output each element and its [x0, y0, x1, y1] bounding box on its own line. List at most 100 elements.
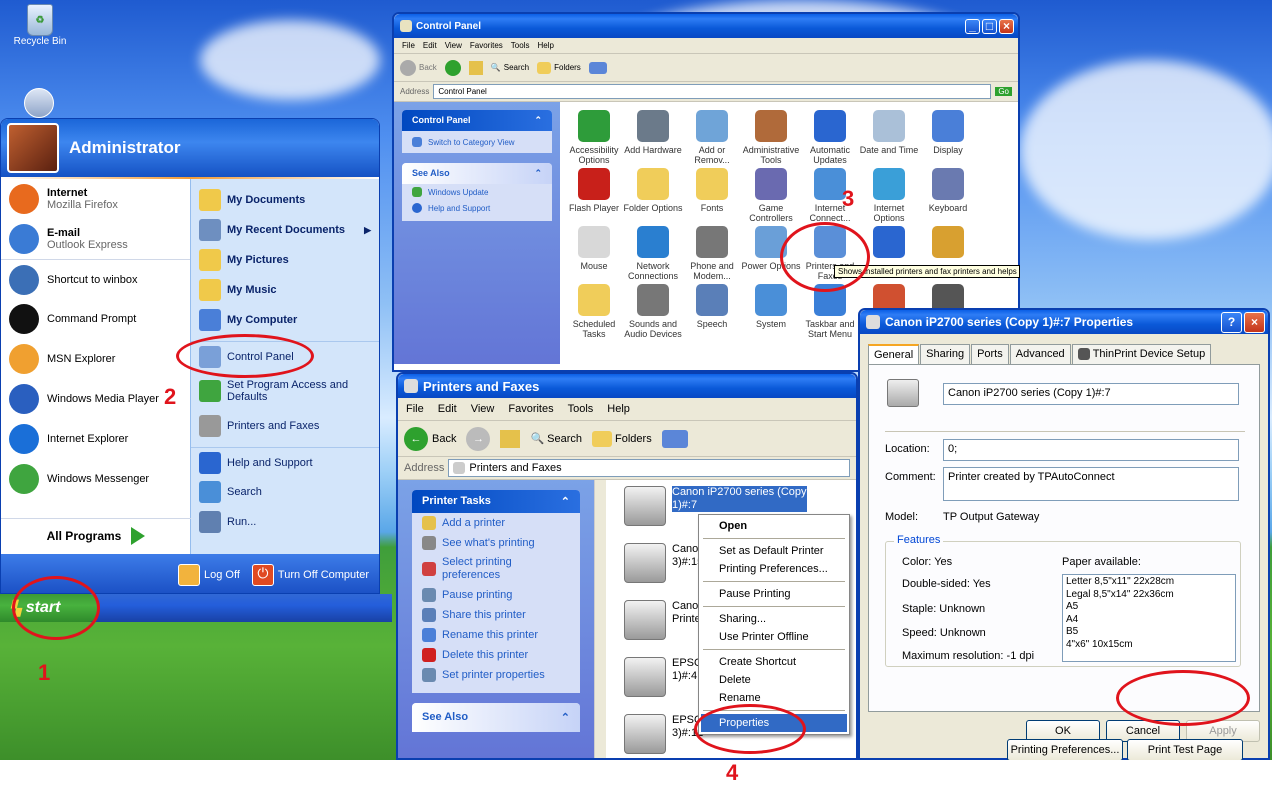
scrollbar[interactable] — [594, 480, 606, 758]
forward-icon[interactable]: → — [466, 426, 491, 451]
start-item-6[interactable]: Internet Explorer — [1, 419, 190, 459]
cp-item-20[interactable] — [916, 226, 980, 261]
start-item-4[interactable]: MSN Explorer — [1, 339, 190, 379]
printer-task-3[interactable]: Pause printing — [412, 585, 580, 605]
views-icon[interactable] — [661, 429, 688, 448]
start-right-item-10[interactable]: Run... — [191, 507, 379, 537]
printer-item-1[interactable]: Canon 3)#:15 — [624, 543, 704, 583]
start-right-item-9[interactable]: Search — [191, 477, 379, 507]
start-right-item-7[interactable]: Printers and Faxes — [191, 411, 379, 441]
start-item-5[interactable]: Windows Media Player — [1, 379, 190, 419]
start-right-item-2[interactable]: My Pictures — [191, 245, 379, 275]
cp-item-13[interactable]: Keyboard — [916, 168, 980, 213]
cp-item-3[interactable]: Administrative Tools — [739, 110, 803, 165]
tab-ports[interactable]: Ports — [971, 344, 1009, 364]
back-button[interactable]: ← Back — [404, 426, 456, 451]
menu-help[interactable]: Help — [537, 41, 553, 50]
paper-listbox[interactable]: Letter 8,5"x11" 22x28cm Legal 8,5"x14" 22… — [1062, 574, 1236, 662]
cp-item-21[interactable]: Scheduled Tasks — [562, 284, 626, 339]
start-right-item-3[interactable]: My Music — [191, 275, 379, 305]
printer-name-field[interactable]: Canon iP2700 series (Copy 1)#:7 — [943, 383, 1239, 405]
tab-general[interactable]: General — [868, 344, 920, 364]
cp-item-24[interactable]: System — [739, 284, 803, 329]
cp-item-5[interactable]: Date and Time — [857, 110, 921, 155]
tab-thinprint[interactable]: ThinPrint Device Setup — [1071, 344, 1212, 364]
start-item-0[interactable]: Internet Mozilla Firefox — [1, 179, 190, 219]
menu-tools[interactable]: Tools — [568, 403, 594, 415]
folders-button[interactable]: Folders — [592, 430, 652, 447]
ctx-open[interactable]: Open — [701, 517, 847, 535]
start-item-3[interactable]: Command Prompt — [1, 299, 190, 339]
cp-item-16[interactable]: Phone and Modem... — [680, 226, 744, 281]
ctx-pause[interactable]: Pause Printing — [701, 585, 847, 603]
cp-item-15[interactable]: Network Connections — [621, 226, 685, 281]
paper-option[interactable]: 4"x6" 10x15cm — [1066, 639, 1232, 652]
ctx-sharing[interactable]: Sharing... — [701, 610, 847, 628]
up-folder-icon[interactable] — [500, 429, 521, 448]
cp-item-6[interactable]: Display — [916, 110, 980, 155]
start-right-item-6[interactable]: Set Program Access and Defaults — [191, 371, 379, 411]
help-button[interactable]: ? — [1221, 311, 1242, 333]
address-field[interactable]: Printers and Faxes — [448, 459, 850, 477]
ctx-printing-prefs[interactable]: Printing Preferences... — [701, 560, 847, 578]
menu-file[interactable]: File — [402, 41, 415, 50]
tab-advanced[interactable]: Advanced — [1009, 344, 1071, 364]
turn-off-button[interactable]: ⏻ Turn Off Computer — [251, 563, 369, 586]
paper-option[interactable]: A5 — [1066, 601, 1232, 614]
printer-item-2[interactable]: Canon Printer — [624, 600, 704, 640]
start-right-item-0[interactable]: My Documents — [191, 185, 379, 215]
cp-item-22[interactable]: Sounds and Audio Devices — [621, 284, 685, 339]
cp-item-19[interactable] — [857, 226, 921, 261]
cp-item-10[interactable]: Game Controllers — [739, 168, 803, 223]
cp-item-23[interactable]: Speech — [680, 284, 744, 329]
back-button[interactable]: Back — [400, 59, 437, 76]
cp-item-25[interactable]: Taskbar and Start Menu — [798, 284, 862, 339]
collapse-icon[interactable]: ⌃ — [561, 711, 570, 724]
comment-field[interactable]: Printer created by TPAutoConnect — [943, 467, 1239, 501]
views-icon[interactable] — [588, 61, 607, 74]
menu-favorites[interactable]: Favorites — [470, 41, 503, 50]
printer-task-0[interactable]: Add a printer — [412, 513, 580, 533]
recycle-bin[interactable]: ♻ Recycle Bin — [10, 4, 70, 47]
ctx-create-shortcut[interactable]: Create Shortcut — [701, 653, 847, 671]
close-button[interactable]: × — [999, 18, 1014, 34]
minimize-button[interactable]: _ — [965, 18, 980, 34]
cp-item-12[interactable]: Internet Options — [857, 168, 921, 223]
switch-category-link[interactable]: Switch to Category View — [402, 131, 552, 153]
menu-tools[interactable]: Tools — [511, 41, 530, 50]
menu-favorites[interactable]: Favorites — [508, 403, 553, 415]
print-test-page-button[interactable]: Print Test Page — [1127, 739, 1243, 760]
collapse-icon[interactable]: ⌃ — [561, 495, 570, 508]
search-button[interactable]: 🔍 Search — [530, 432, 582, 446]
windows-update-link[interactable]: Windows Update — [402, 184, 552, 200]
printer-task-6[interactable]: Delete this printer — [412, 645, 580, 665]
printer-task-4[interactable]: Share this printer — [412, 605, 580, 625]
printer-task-2[interactable]: Select printing preferences — [412, 553, 580, 585]
log-off-button[interactable]: Log Off — [178, 563, 240, 586]
menu-view[interactable]: View — [471, 403, 495, 415]
printer-task-5[interactable]: Rename this printer — [412, 625, 580, 645]
winbox-desktop-icon[interactable] — [24, 88, 54, 118]
start-right-item-1[interactable]: My Recent Documents ▶ — [191, 215, 379, 245]
location-field[interactable]: 0; — [943, 439, 1239, 461]
start-right-item-4[interactable]: My Computer — [191, 305, 379, 335]
printer-task-1[interactable]: See what's printing — [412, 533, 580, 553]
forward-icon[interactable] — [444, 59, 461, 76]
start-item-2[interactable]: Shortcut to winbox — [1, 259, 190, 299]
menu-file[interactable]: File — [406, 403, 424, 415]
printer-task-7[interactable]: Set printer properties — [412, 665, 580, 685]
cp-item-17[interactable]: Power Options — [739, 226, 803, 271]
menu-edit[interactable]: Edit — [423, 41, 437, 50]
up-folder-icon[interactable] — [468, 60, 483, 75]
start-button[interactable]: ▚ start — [0, 594, 98, 622]
menu-edit[interactable]: Edit — [438, 403, 457, 415]
ctx-delete[interactable]: Delete — [701, 671, 847, 689]
start-right-item-5[interactable]: Control Panel — [191, 341, 379, 371]
paper-option[interactable]: A4 — [1066, 614, 1232, 627]
cp-item-7[interactable]: Flash Player — [562, 168, 626, 213]
start-item-1[interactable]: E-mail Outlook Express — [1, 219, 190, 259]
maximize-button[interactable]: □ — [982, 18, 997, 34]
cp-item-8[interactable]: Folder Options — [621, 168, 685, 213]
cp-item-1[interactable]: Add Hardware — [621, 110, 685, 155]
go-button[interactable]: Go — [995, 87, 1012, 96]
